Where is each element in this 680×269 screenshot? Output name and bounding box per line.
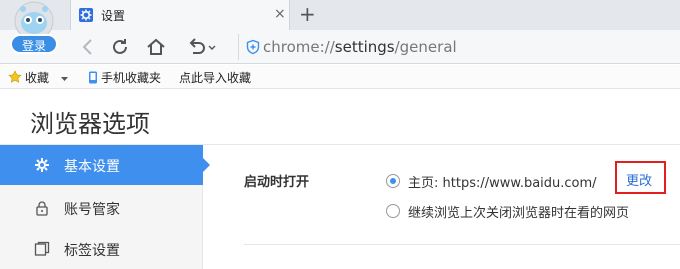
- url-host: settings: [334, 38, 395, 56]
- navigation-bar: chrome://settings/general: [0, 30, 680, 64]
- sidebar-item-label: 标签设置: [64, 243, 120, 259]
- bookmark-favorites-label: 收藏: [25, 71, 50, 85]
- tab-title: 设置: [101, 9, 126, 23]
- sidebar-item-label: 账号管家: [64, 202, 120, 218]
- change-homepage-link[interactable]: 更改: [626, 170, 652, 189]
- url-text: chrome://settings/general: [263, 38, 457, 56]
- back-icon[interactable]: [76, 35, 100, 59]
- sidebar-item-tab-settings[interactable]: 标签设置: [0, 229, 203, 269]
- settings-gear-icon: [79, 8, 93, 22]
- browser-window: 设置 × + 登录 chrome://settings/general 收藏 手…: [0, 0, 680, 269]
- sidebar-item-label: 基本设置: [64, 159, 120, 175]
- radio-continue-session[interactable]: [386, 204, 400, 218]
- content-divider: [244, 244, 680, 245]
- sidebar-item-account-manager[interactable]: 账号管家: [0, 188, 203, 228]
- undo-icon[interactable]: [184, 35, 208, 59]
- lock-icon: [34, 200, 50, 216]
- new-tab-button[interactable]: +: [299, 3, 316, 25]
- startup-section-label: 启动时打开: [244, 175, 310, 190]
- shield-icon: [245, 39, 261, 55]
- bookmark-favorites[interactable]: 收藏: [8, 69, 68, 87]
- tabs-icon: [34, 241, 50, 257]
- close-icon[interactable]: ×: [274, 6, 286, 22]
- dropdown-arrow-icon[interactable]: [60, 71, 68, 85]
- sidebar-item-basic-settings[interactable]: 基本设置: [0, 145, 210, 185]
- login-button[interactable]: 登录: [10, 34, 58, 54]
- radio-homepage[interactable]: [386, 174, 400, 188]
- bookmarks-bar: 收藏 手机收藏夹 点此导入收藏: [0, 65, 680, 89]
- url-path: /general: [394, 38, 457, 56]
- tab-strip: 设置 × +: [0, 0, 680, 30]
- bookmark-mobile[interactable]: 手机收藏夹: [88, 69, 161, 87]
- star-icon: [8, 70, 22, 87]
- chevron-down-icon[interactable]: [207, 35, 217, 59]
- url-scheme: chrome://: [263, 38, 335, 56]
- home-icon[interactable]: [144, 35, 168, 59]
- active-indicator-arrow: [203, 158, 210, 172]
- page-title: 浏览器选项: [30, 110, 150, 138]
- option-continue-label: 继续浏览上次关闭浏览器时在看的网页: [408, 206, 630, 221]
- tab-settings[interactable]: 设置 ×: [70, 0, 290, 30]
- bookmark-import-label: 点此导入收藏: [179, 71, 252, 85]
- phone-icon: [88, 71, 98, 87]
- bookmark-import[interactable]: 点此导入收藏: [179, 69, 251, 86]
- address-bar[interactable]: chrome://settings/general: [238, 34, 680, 60]
- option-homepage-label: 主页: https://www.baidu.com/: [408, 176, 597, 191]
- refresh-icon[interactable]: [108, 35, 132, 59]
- settings-sidebar: 基本设置 账号管家 标签设置: [0, 145, 210, 269]
- gear-icon: [34, 157, 50, 173]
- bookmark-mobile-label: 手机收藏夹: [101, 71, 162, 85]
